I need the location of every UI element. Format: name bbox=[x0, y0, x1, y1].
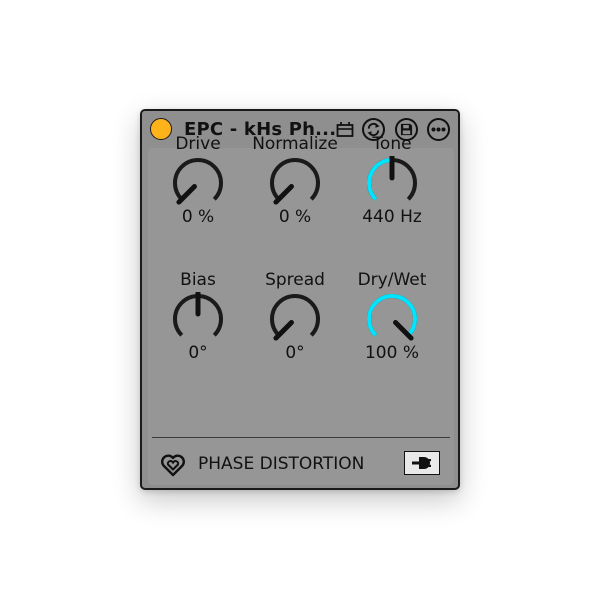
plug-button[interactable] bbox=[404, 451, 440, 475]
knob-dial-drywet[interactable] bbox=[365, 292, 419, 346]
knob-value-normalize: 0 % bbox=[278, 207, 312, 227]
knob-dial-bias[interactable] bbox=[171, 292, 225, 346]
knob-track bbox=[270, 158, 320, 201]
knob-drive: Drive 0 % bbox=[158, 134, 238, 244]
knob-needle bbox=[176, 184, 197, 205]
knob-value-spread: 0° bbox=[285, 343, 305, 363]
knob-label-tone: Tone bbox=[372, 134, 412, 154]
knob-active-arc bbox=[367, 294, 417, 337]
knob-needle bbox=[273, 184, 294, 205]
knob-track bbox=[173, 158, 223, 201]
knob-dial-spread[interactable] bbox=[268, 292, 322, 346]
knob-dial-normalize[interactable] bbox=[268, 156, 322, 210]
knob-value-bias: 0° bbox=[188, 343, 208, 363]
knob-spread: Spread 0° bbox=[255, 270, 335, 380]
knob-dial-drive[interactable] bbox=[171, 156, 225, 210]
logo bbox=[160, 453, 186, 482]
knob-needle bbox=[273, 320, 294, 341]
knob-dial-tone[interactable] bbox=[365, 156, 419, 210]
device-window: EPC - kHs Ph... Drive 0 % Normalize 0 % … bbox=[140, 109, 460, 490]
device-name: PHASE DISTORTION bbox=[198, 454, 365, 474]
device-panel: Drive 0 % Normalize 0 % Tone 440 Hz Bias 0° Spre… bbox=[148, 134, 454, 485]
knob-normalize: Normalize 0 % bbox=[252, 134, 338, 244]
knob-value-tone: 440 Hz bbox=[362, 207, 422, 227]
knob-active-arc bbox=[367, 158, 393, 201]
plug-icon bbox=[412, 457, 431, 469]
divider bbox=[152, 437, 450, 438]
knob-needle bbox=[393, 320, 414, 341]
knob-value-drive: 0 % bbox=[181, 207, 215, 227]
knob-label-drywet: Dry/Wet bbox=[357, 270, 427, 290]
knob-drywet: Dry/Wet 100 % bbox=[352, 270, 432, 380]
knob-track bbox=[270, 294, 320, 337]
heart-logo-icon bbox=[161, 454, 185, 477]
knob-bias: Bias 0° bbox=[158, 270, 238, 380]
knob-tone: Tone 440 Hz bbox=[352, 134, 432, 244]
knob-value-drywet: 100 % bbox=[364, 343, 419, 363]
more-icon bbox=[431, 127, 446, 132]
